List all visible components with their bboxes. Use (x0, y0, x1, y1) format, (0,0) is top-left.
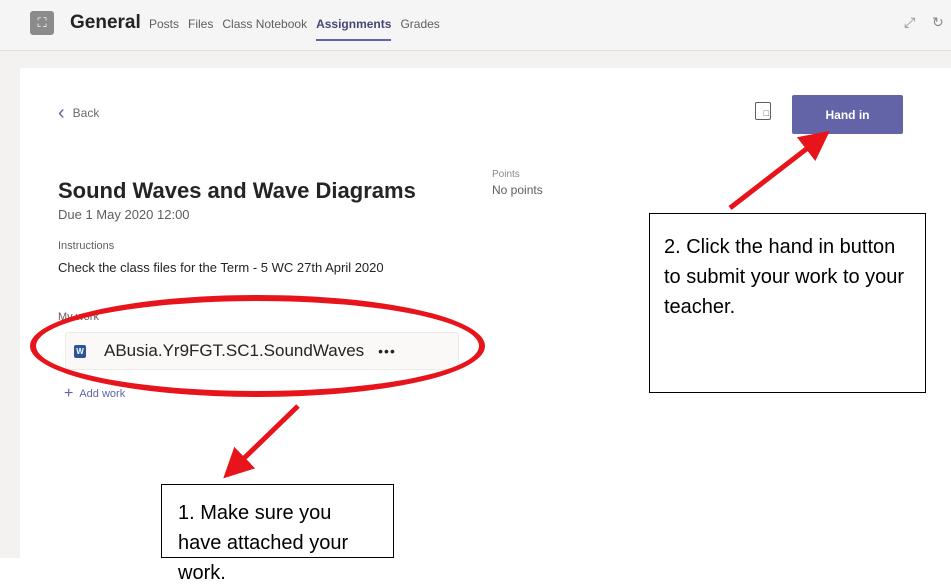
arrow-to-attached-file (223, 404, 300, 479)
callout-attach-work: 1. Make sure you have attached your work… (161, 484, 394, 584)
arrow-to-hand-in (728, 130, 830, 210)
callout-hand-in: 2. Click the hand in button to submit yo… (649, 213, 926, 393)
teams-app: ⛶ General Posts Files Class Notebook Ass… (0, 0, 951, 584)
